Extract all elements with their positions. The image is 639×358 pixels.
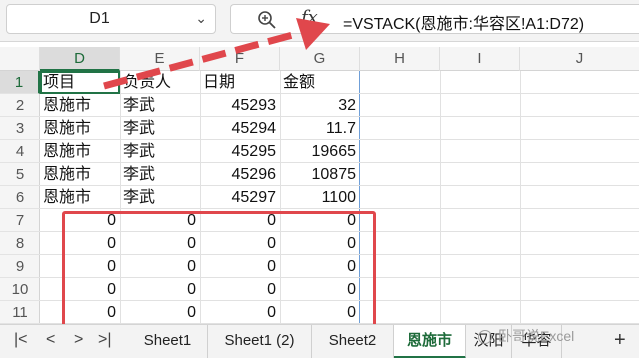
chevron-down-icon[interactable]: ⌄ [195, 10, 207, 27]
zero-rows-highlight-box [62, 211, 376, 328]
gridline [520, 71, 521, 324]
column-header-h[interactable]: H [360, 47, 440, 71]
table-cell[interactable]: 李武 [120, 140, 200, 163]
table-cell[interactable]: 10875 [280, 163, 360, 186]
row-header[interactable]: 4 [0, 140, 40, 163]
next-sheet-icon[interactable]: > [74, 331, 83, 349]
row-header[interactable]: 2 [0, 94, 40, 117]
row-header[interactable]: 8 [0, 232, 40, 255]
table-cell[interactable]: 李武 [120, 163, 200, 186]
column-header-i[interactable]: I [440, 47, 520, 71]
gridline [440, 71, 441, 324]
active-cell-outline [40, 71, 120, 94]
header-cell-owner[interactable]: 负责人 [120, 71, 200, 94]
row-header[interactable]: 9 [0, 255, 40, 278]
table-cell[interactable]: 恩施市 [40, 163, 120, 186]
column-header-e[interactable]: E [120, 47, 200, 71]
header-cell-date[interactable]: 日期 [200, 71, 280, 94]
column-headers: D E F G H I J [0, 47, 639, 71]
first-sheet-icon[interactable]: |< [14, 331, 28, 349]
table-cell[interactable]: 恩施市 [40, 94, 120, 117]
tab-sheet1[interactable]: Sheet1 [128, 325, 208, 358]
table-cell[interactable]: 32 [280, 94, 360, 117]
header-cell-amount[interactable]: 金额 [280, 71, 360, 94]
formula-bar[interactable]: fx =VSTACK(恩施市:华容区!A1:D72) [230, 4, 639, 34]
table-cell[interactable]: 45296 [200, 163, 280, 186]
name-box-value: D1 [89, 10, 110, 27]
formula-text[interactable]: =VSTACK(恩施市:华容区!A1:D72) [343, 10, 584, 34]
tab-enshi[interactable]: 恩施市 [394, 325, 466, 358]
column-header-g[interactable]: G [280, 47, 360, 71]
name-box[interactable]: D1 ⌄ [6, 4, 216, 34]
row-header[interactable]: 7 [0, 209, 40, 232]
formula-bar-area: D1 ⌄ fx =VSTACK(恩施市:华容区!A1:D72) [0, 0, 639, 42]
row-header[interactable]: 10 [0, 278, 40, 301]
table-cell[interactable]: 45293 [200, 94, 280, 117]
row-header[interactable]: 5 [0, 163, 40, 186]
table-cell[interactable]: 李武 [120, 94, 200, 117]
table-cell[interactable]: 李武 [120, 117, 200, 140]
last-sheet-icon[interactable]: >| [98, 331, 112, 349]
watermark-icon [478, 330, 492, 344]
prev-sheet-icon[interactable]: < [46, 331, 55, 349]
row-header[interactable]: 6 [0, 186, 40, 209]
zoom-in-icon[interactable] [257, 10, 277, 30]
tab-sheet2[interactable]: Sheet2 [312, 325, 394, 358]
table-cell[interactable]: 45294 [200, 117, 280, 140]
row-header[interactable]: 1 [0, 71, 40, 94]
column-header-d[interactable]: D [40, 47, 120, 71]
table-cell[interactable]: 11.7 [280, 117, 360, 140]
add-sheet-button[interactable]: + [614, 329, 626, 352]
row-header[interactable]: 11 [0, 301, 40, 324]
column-header-j[interactable]: J [520, 47, 639, 71]
watermark: 卧哥说Excel [498, 328, 575, 344]
table-cell[interactable]: 45297 [200, 186, 280, 209]
table-cell[interactable]: 19665 [280, 140, 360, 163]
table-cell[interactable]: 45295 [200, 140, 280, 163]
table-cell[interactable]: 1100 [280, 186, 360, 209]
row-header[interactable]: 3 [0, 117, 40, 140]
select-all-corner[interactable] [0, 47, 40, 71]
fx-icon[interactable]: fx [301, 7, 318, 28]
table-cell[interactable]: 恩施市 [40, 117, 120, 140]
tab-sheet1-2[interactable]: Sheet1 (2) [208, 325, 312, 358]
table-cell[interactable]: 恩施市 [40, 186, 120, 209]
table-cell[interactable]: 恩施市 [40, 140, 120, 163]
row-headers: 1 2 3 4 5 6 7 8 9 10 11 [0, 71, 40, 324]
column-header-f[interactable]: F [200, 47, 280, 71]
table-cell[interactable]: 李武 [120, 186, 200, 209]
